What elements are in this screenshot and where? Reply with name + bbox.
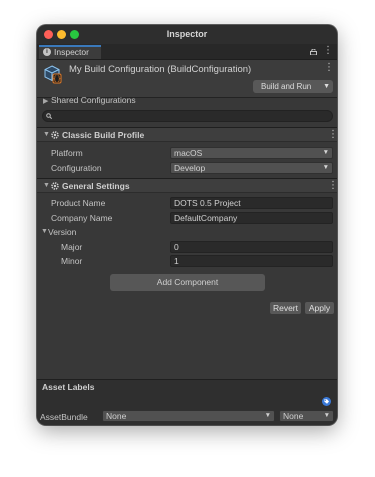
window-title: Inspector bbox=[166, 29, 208, 39]
svg-text:{}: {} bbox=[53, 75, 61, 83]
major-label: Major bbox=[61, 242, 83, 252]
classic-build-profile-kebab-icon[interactable]: ⋮ bbox=[328, 130, 337, 140]
tab-menu-kebab-icon[interactable]: ⋮ bbox=[323, 46, 333, 56]
apply-button[interactable]: Apply bbox=[305, 302, 334, 314]
minor-field[interactable]: 1 bbox=[170, 255, 333, 267]
general-settings-foldout-icon[interactable]: ▼ bbox=[43, 182, 50, 189]
major-field[interactable]: 0 bbox=[170, 241, 333, 253]
classic-build-profile-title: Classic Build Profile bbox=[62, 130, 145, 140]
general-settings-kebab-icon[interactable]: ⋮ bbox=[328, 181, 337, 191]
search-icon bbox=[46, 113, 52, 119]
asset-bundle-label: AssetBundle bbox=[40, 412, 88, 422]
asset-title: My Build Configuration (BuildConfigurati… bbox=[69, 64, 252, 75]
build-config-cube-icon: {} bbox=[44, 65, 62, 84]
chevron-down-icon: ▼ bbox=[323, 412, 330, 419]
platform-dropdown[interactable]: macOS ▼ bbox=[170, 147, 333, 159]
general-settings-header[interactable]: ▼ General Settings ⋮ bbox=[37, 178, 337, 193]
product-name-field[interactable]: DOTS 0.5 Project bbox=[170, 197, 333, 209]
title-bar[interactable]: Inspector bbox=[37, 25, 337, 44]
build-and-run-label: Build and Run bbox=[261, 82, 312, 91]
asset-bundle-dropdown[interactable]: None ▼ bbox=[102, 410, 275, 422]
gear-icon bbox=[51, 131, 59, 139]
classic-build-profile-header[interactable]: ▼ Classic Build Profile ⋮ bbox=[37, 127, 337, 142]
company-name-label: Company Name bbox=[51, 213, 113, 223]
classic-build-profile-foldout-icon[interactable]: ▼ bbox=[43, 131, 50, 138]
configuration-value: Develop bbox=[174, 163, 206, 173]
info-icon: i bbox=[43, 48, 51, 56]
chevron-down-icon: ▼ bbox=[322, 149, 329, 156]
build-and-run-button[interactable]: Build and Run ▼ bbox=[253, 80, 333, 93]
tag-icon[interactable] bbox=[322, 397, 331, 406]
minor-label: Minor bbox=[61, 256, 83, 266]
add-component-button[interactable]: Add Component bbox=[110, 274, 265, 291]
tag-glyph-icon bbox=[324, 399, 329, 404]
configuration-dropdown[interactable]: Develop ▼ bbox=[170, 162, 333, 174]
configuration-label: Configuration bbox=[51, 163, 102, 173]
gear-icon bbox=[51, 182, 59, 190]
revert-button[interactable]: Revert bbox=[270, 302, 301, 314]
tab-inspector[interactable]: i Inspector bbox=[39, 45, 101, 59]
search-input[interactable] bbox=[42, 110, 333, 122]
version-label: Version bbox=[48, 227, 77, 237]
tab-inspector-label: Inspector bbox=[54, 47, 89, 57]
asset-bundle-value: None bbox=[106, 411, 127, 421]
platform-label: Platform bbox=[51, 148, 83, 158]
tab-bar: i Inspector bbox=[37, 44, 337, 60]
asset-labels-header: Asset Labels bbox=[37, 379, 337, 396]
header-menu-kebab-icon[interactable]: ⋮ bbox=[324, 63, 334, 73]
shared-configurations-label[interactable]: Shared Configurations bbox=[51, 95, 136, 105]
inspector-window: Inspector i Inspector ⋮ {} My Build Conf… bbox=[37, 25, 337, 425]
chevron-down-icon: ▼ bbox=[322, 164, 329, 171]
general-settings-title: General Settings bbox=[62, 181, 130, 191]
asset-bundle-variant-dropdown[interactable]: None ▼ bbox=[279, 410, 334, 422]
asset-labels-title: Asset Labels bbox=[42, 382, 95, 392]
build-dropdown-arrow-icon[interactable]: ▼ bbox=[323, 80, 330, 93]
asset-bundle-variant-value: None bbox=[283, 411, 304, 421]
shared-configurations-foldout-icon[interactable]: ▶ bbox=[43, 97, 48, 105]
lock-icon[interactable] bbox=[310, 49, 317, 55]
version-foldout-icon[interactable]: ▼ bbox=[41, 228, 48, 235]
platform-value: macOS bbox=[174, 148, 203, 158]
company-name-field[interactable]: DefaultCompany bbox=[170, 212, 333, 224]
chevron-down-icon: ▼ bbox=[264, 412, 271, 419]
inspector-header: {} My Build Configuration (BuildConfigur… bbox=[37, 60, 337, 98]
product-name-label: Product Name bbox=[51, 198, 106, 208]
